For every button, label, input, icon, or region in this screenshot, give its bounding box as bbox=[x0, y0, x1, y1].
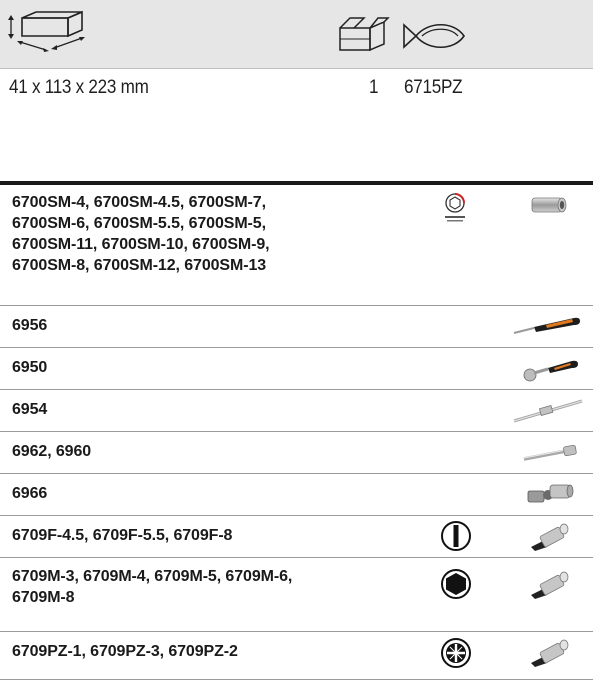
pozidriv-tip-icon bbox=[441, 638, 471, 668]
part-row: 6966 bbox=[0, 473, 593, 516]
hex-dynamic-drive-icon bbox=[445, 193, 465, 222]
part-numbers: 6709PZ-1, 6709PZ-3, 6709PZ-2 bbox=[12, 643, 238, 660]
part-row: 6962, 6960 bbox=[0, 431, 593, 474]
reference-text: 6715PZ bbox=[404, 77, 463, 98]
part-row: 6709PZ-1, 6709PZ-3, 6709PZ-2 bbox=[0, 631, 593, 680]
extension-bar-icon bbox=[523, 444, 577, 461]
ratchet-icon bbox=[523, 360, 578, 382]
header-bar bbox=[0, 0, 593, 68]
part-row: 6700SM-4, 6700SM-4.5, 6700SM-7, 6700SM-6… bbox=[0, 185, 593, 306]
part-row: 6709M-3, 6709M-4, 6709M-5, 6709M-6, 6709… bbox=[0, 557, 593, 632]
hex-tip-icon bbox=[441, 569, 471, 599]
dimensions-text: 41 x 113 x 223 mm bbox=[9, 77, 149, 98]
part-row: 6709F-4.5, 6709F-5.5, 6709F-8 bbox=[0, 515, 593, 558]
part-row: 6954 bbox=[0, 389, 593, 432]
universal-joint-icon bbox=[527, 484, 574, 503]
part-row: 6956 bbox=[0, 305, 593, 348]
part-numbers: 6700SM-4, 6700SM-4.5, 6700SM-7, 6700SM-6… bbox=[12, 194, 270, 274]
screwdriver-handle-icon bbox=[513, 317, 580, 334]
part-numbers: 6966 bbox=[12, 485, 48, 502]
part-numbers: 6954 bbox=[12, 401, 48, 418]
part-numbers: 6956 bbox=[12, 317, 48, 334]
bit-socket-icon bbox=[531, 639, 569, 667]
dimensions-box-icon bbox=[8, 10, 85, 52]
quantity-text: 1 bbox=[369, 77, 379, 98]
socket-icon bbox=[531, 197, 567, 213]
part-numbers: 6962, 6960 bbox=[12, 443, 92, 460]
spec-row: 41 x 113 x 223 mm 1 6715PZ bbox=[0, 68, 593, 99]
part-row: 6950 bbox=[0, 347, 593, 390]
part-numbers: 6709F-4.5, 6709F-5.5, 6709F-8 bbox=[12, 527, 233, 544]
package-quantity-icon bbox=[339, 17, 390, 52]
part-numbers: 6950 bbox=[12, 359, 48, 376]
bit-socket-icon bbox=[531, 571, 569, 599]
bit-socket-icon bbox=[531, 523, 569, 551]
part-numbers: 6709M-3, 6709M-4, 6709M-5, 6709M-6, 6709… bbox=[12, 568, 293, 606]
fish-reference-icon bbox=[403, 23, 465, 49]
sliding-t-bar-icon bbox=[513, 399, 583, 423]
slotted-tip-icon bbox=[441, 521, 471, 551]
